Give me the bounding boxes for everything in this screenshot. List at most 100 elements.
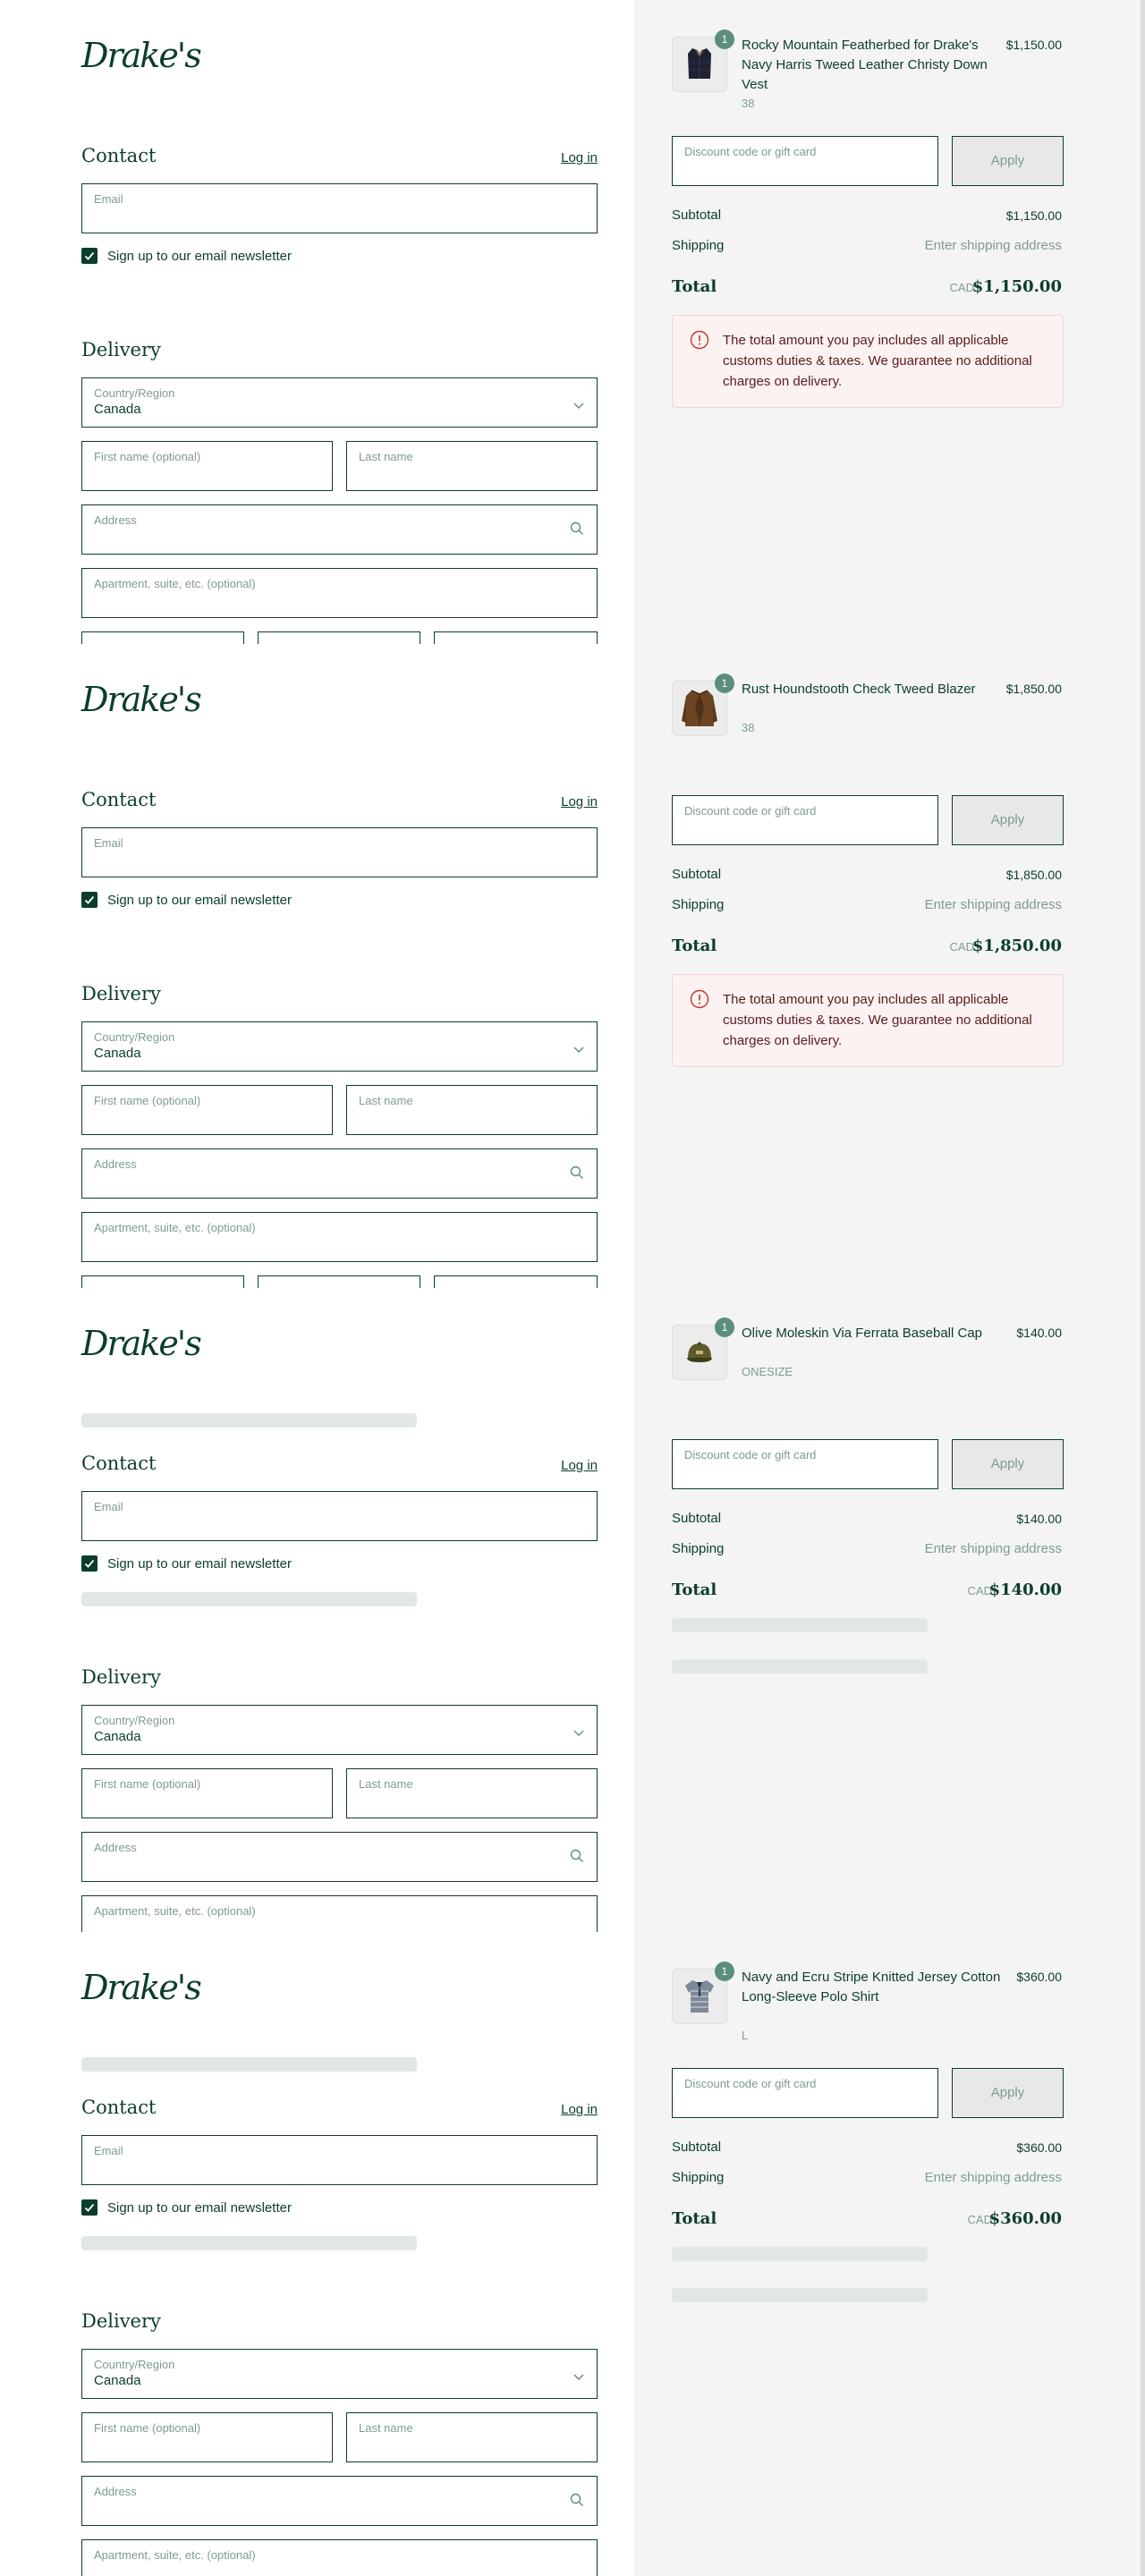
delivery-heading: Delivery xyxy=(81,339,161,360)
brand-logo[interactable]: Drake's xyxy=(81,1968,202,2007)
total-value: $1,150.00 xyxy=(971,277,1062,296)
total-currency: CAD xyxy=(949,940,974,953)
duties-notice: The total amount you pay includes all ap… xyxy=(672,974,1064,1067)
discount-code-field[interactable]: Discount code or gift card xyxy=(672,1439,938,1489)
newsletter-checkbox-row[interactable]: Sign up to our email newsletter xyxy=(81,2199,350,2217)
apply-button[interactable]: Apply xyxy=(952,2068,1064,2118)
product-name: Navy and Ecru Stripe Knitted Jersey Cott… xyxy=(742,1970,1001,2004)
newsletter-checkbox[interactable] xyxy=(81,1555,98,1572)
total-label: Total xyxy=(672,2209,717,2228)
country-select[interactable]: Country/Region Canada xyxy=(81,2349,598,2399)
total-value: $140.00 xyxy=(988,1580,1062,1599)
scrollbar-track[interactable] xyxy=(1141,0,1145,644)
subtotal-value: $140.00 xyxy=(1016,1512,1062,1526)
login-link[interactable]: Log in xyxy=(560,1458,598,1473)
address-field[interactable]: Address xyxy=(81,504,598,555)
first-name-field[interactable]: First name (optional) xyxy=(81,2412,333,2462)
email-field[interactable]: Email xyxy=(81,183,598,233)
scrollbar-track[interactable] xyxy=(1141,644,1145,1288)
loading-placeholder xyxy=(81,2236,417,2250)
newsletter-checkbox-row[interactable]: Sign up to our email newsletter xyxy=(81,892,350,910)
city-field[interactable] xyxy=(81,631,244,644)
loading-placeholder xyxy=(672,1659,928,1674)
apartment-field[interactable]: Apartment, suite, etc. (optional) xyxy=(81,1895,598,1932)
product-variant: 38 xyxy=(742,97,755,110)
search-icon[interactable] xyxy=(570,521,584,536)
country-label: Country/Region xyxy=(94,1714,175,1727)
last-name-field[interactable]: Last name xyxy=(346,1768,598,1818)
first-name-field[interactable]: First name (optional) xyxy=(81,441,333,491)
address-field[interactable]: Address xyxy=(81,1832,598,1882)
apply-button[interactable]: Apply xyxy=(952,136,1064,186)
newsletter-checkbox[interactable] xyxy=(81,248,98,264)
brand-logo[interactable]: Drake's xyxy=(81,680,202,719)
delivery-heading: Delivery xyxy=(81,1666,161,1688)
apply-button[interactable]: Apply xyxy=(952,1439,1064,1489)
postal-code-field[interactable] xyxy=(434,631,598,644)
subtotal-label: Subtotal xyxy=(672,208,722,223)
vest-icon xyxy=(673,48,726,95)
login-link[interactable]: Log in xyxy=(560,2102,598,2117)
search-icon[interactable] xyxy=(570,1165,584,1180)
address-placeholder: Address xyxy=(94,1841,137,1854)
chevron-down-icon xyxy=(573,2369,584,2380)
country-value: Canada xyxy=(94,2373,141,2388)
country-select[interactable]: Country/Region Canada xyxy=(81,1021,598,1072)
newsletter-checkbox[interactable] xyxy=(81,2199,98,2216)
duties-notice: The total amount you pay includes all ap… xyxy=(672,315,1064,408)
country-select[interactable]: Country/Region Canada xyxy=(81,377,598,428)
address-field[interactable]: Address xyxy=(81,1148,598,1199)
last-name-field[interactable]: Last name xyxy=(346,2412,598,2462)
apartment-placeholder: Apartment, suite, etc. (optional) xyxy=(94,2548,256,2562)
email-field[interactable]: Email xyxy=(81,2135,598,2185)
first-name-field[interactable]: First name (optional) xyxy=(81,1085,333,1135)
search-icon[interactable] xyxy=(570,2493,584,2507)
province-select[interactable] xyxy=(258,631,420,644)
total-label: Total xyxy=(672,1580,717,1599)
apartment-placeholder: Apartment, suite, etc. (optional) xyxy=(94,1904,256,1918)
apartment-field[interactable]: Apartment, suite, etc. (optional) xyxy=(81,1212,598,1262)
last-name-field[interactable]: Last name xyxy=(346,1085,598,1135)
apartment-field[interactable]: Apartment, suite, etc. (optional) xyxy=(81,2539,598,2576)
login-link[interactable]: Log in xyxy=(560,794,598,809)
province-select[interactable] xyxy=(258,1275,420,1288)
newsletter-label: Sign up to our email newsletter xyxy=(107,249,292,264)
newsletter-label: Sign up to our email newsletter xyxy=(107,1556,292,1572)
city-field[interactable] xyxy=(81,1275,244,1288)
brand-logo[interactable]: Drake's xyxy=(81,36,202,75)
last-name-field[interactable]: Last name xyxy=(346,441,598,491)
newsletter-checkbox-row[interactable]: Sign up to our email newsletter xyxy=(81,248,350,266)
discount-code-field[interactable]: Discount code or gift card xyxy=(672,136,938,186)
country-label: Country/Region xyxy=(94,1030,175,1044)
apartment-field[interactable]: Apartment, suite, etc. (optional) xyxy=(81,568,598,618)
email-field[interactable]: Email xyxy=(81,827,598,877)
total-label: Total xyxy=(672,277,717,296)
email-field[interactable]: Email xyxy=(81,1491,598,1541)
apply-button[interactable]: Apply xyxy=(952,795,1064,845)
subtotal-label: Subtotal xyxy=(672,1511,722,1526)
total-value: $360.00 xyxy=(988,2209,1062,2228)
address-field[interactable]: Address xyxy=(81,2476,598,2526)
product-name: Rocky Mountain Featherbed for Drake's Na… xyxy=(742,38,988,92)
newsletter-checkbox[interactable] xyxy=(81,892,98,908)
product-name: Rust Houndstooth Check Tweed Blazer xyxy=(742,682,976,697)
brand-logo[interactable]: Drake's xyxy=(81,1324,202,1363)
scrollbar-track[interactable] xyxy=(1141,1288,1145,1932)
first-name-placeholder: First name (optional) xyxy=(94,2421,201,2435)
login-link[interactable]: Log in xyxy=(560,150,598,165)
country-value: Canada xyxy=(94,1046,141,1061)
address-placeholder: Address xyxy=(94,1157,137,1171)
discount-code-field[interactable]: Discount code or gift card xyxy=(672,795,938,845)
search-icon[interactable] xyxy=(570,1849,584,1863)
subtotal-label: Subtotal xyxy=(672,2140,722,2155)
newsletter-label: Sign up to our email newsletter xyxy=(107,2200,292,2216)
first-name-field[interactable]: First name (optional) xyxy=(81,1768,333,1818)
postal-code-field[interactable] xyxy=(434,1275,598,1288)
discount-placeholder: Discount code or gift card xyxy=(684,145,817,158)
blazer-icon xyxy=(673,690,726,739)
last-name-placeholder: Last name xyxy=(359,2421,413,2435)
country-select[interactable]: Country/Region Canada xyxy=(81,1705,598,1755)
discount-code-field[interactable]: Discount code or gift card xyxy=(672,2068,938,2118)
newsletter-checkbox-row[interactable]: Sign up to our email newsletter xyxy=(81,1555,350,1573)
scrollbar-track[interactable] xyxy=(1141,1932,1145,2576)
